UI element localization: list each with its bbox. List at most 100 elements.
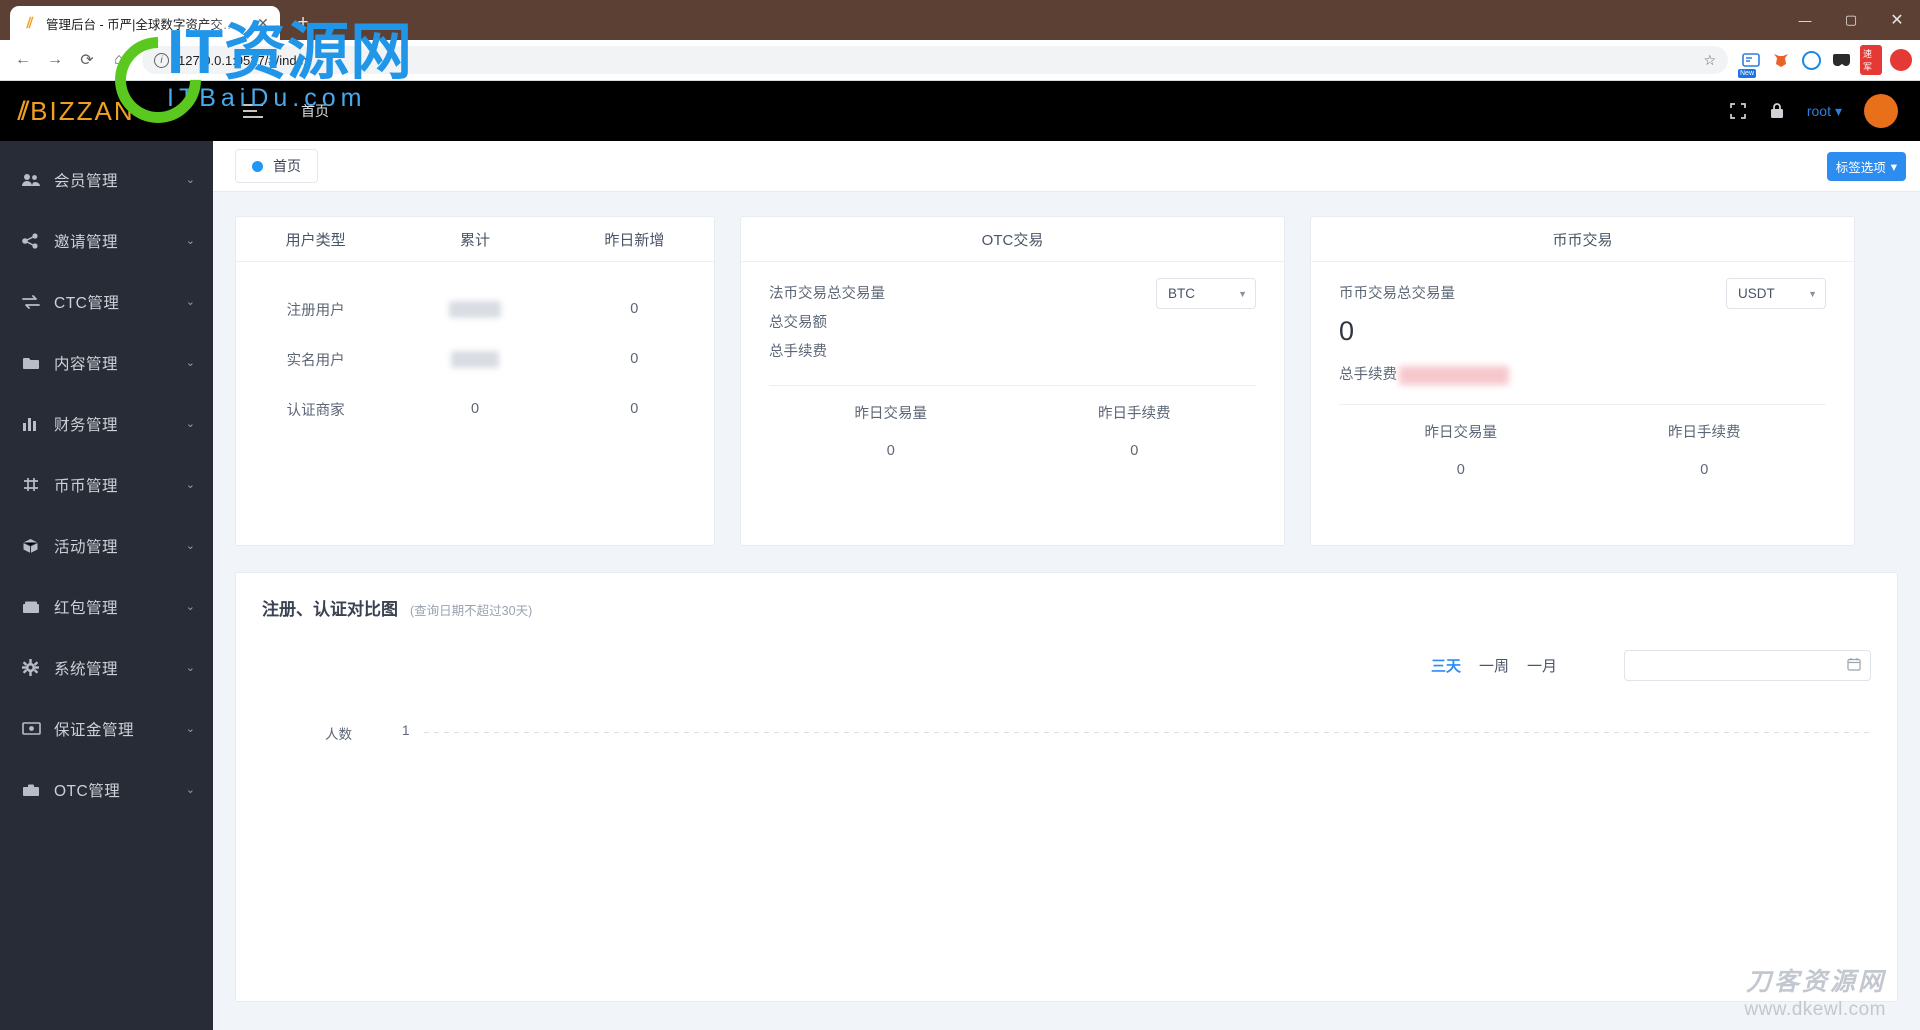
table-row: 实名用户 0 [236,334,714,384]
chevron-down-icon: ⌄ [185,235,195,247]
metric-label: 昨日交易量 [1424,425,1498,441]
chart-y-tick: 1 [402,723,410,738]
tab-home[interactable]: 首页 [235,149,318,183]
tag-options-button[interactable]: 标签选项 ▾ [1826,151,1906,181]
chevron-down-icon: ⌄ [185,662,195,674]
sidebar-item-system[interactable]: 系统管理 ⌄ [0,637,213,698]
range-1month[interactable]: 一月 [1518,655,1566,676]
coin-card-body: USDT ▼ 币币交易总交易量 0 总手续费 昨日交易量 0 昨日手续费 0 [1311,262,1854,478]
exchange-icon [22,294,41,309]
breadcrumb: 首页 [301,103,329,119]
column-header: 昨日新增 [604,231,665,249]
chevron-down-icon: ⌄ [185,601,195,613]
active-dot-icon [252,160,263,172]
admin-app: ⫽ BIZZAN 首页 root ▾ 会员管理 ⌄ 邀请管理 ⌄ CTC管理 ⌄… [0,81,1920,1030]
user-stats-card: 用户类型 累计 昨日新增 注册用户 0 实名用户 0 认证商家 0 0 [235,216,715,546]
coin-card-title: 币币交易 [1311,217,1854,262]
back-icon[interactable]: ← [8,45,38,75]
column-header: 累计 [459,231,490,249]
table-row: 注册用户 0 [236,284,714,334]
range-1week[interactable]: 一周 [1470,655,1518,676]
sidebar-item-coin[interactable]: 币币管理 ⌄ [0,454,213,515]
yesterday-cell: 0 [630,401,639,417]
mask-icon[interactable] [1830,49,1852,71]
chart-title-row: 注册、认证对比图 (查询日期不超过30天) [262,595,1871,620]
chevron-down-icon: ⌄ [185,479,195,491]
chevron-down-icon: ▼ [1238,288,1247,299]
coin-footer: 昨日交易量 0 昨日手续费 0 [1339,405,1826,478]
chevron-down-icon: ⌄ [185,723,195,735]
sidebar-item-redpacket[interactable]: 红包管理 ⌄ [0,576,213,637]
chevron-down-icon: ⌄ [185,357,195,369]
site-info-icon[interactable]: i [154,52,169,68]
coin-currency-value: USDT [1738,286,1775,301]
otc-footer: 昨日交易量 0 昨日手续费 0 [769,386,1256,459]
chart-plot-area: 人数 1 [262,723,1871,963]
user-stats-header: 用户类型 累计 昨日新增 [236,217,714,262]
dashboard-scroll: 用户类型 累计 昨日新增 注册用户 0 实名用户 0 认证商家 0 0 OTC交… [213,192,1920,1030]
circle-icon[interactable] [1800,49,1822,71]
coin-currency-select[interactable]: USDT ▼ [1726,278,1826,309]
registration-chart-panel: 注册、认证对比图 (查询日期不超过30天) 三天 一周 一月 人数 1 [235,572,1898,1002]
lock-icon[interactable] [1769,102,1785,120]
app-logo-text: BIZZAN [30,95,135,126]
chevron-down-icon: ▾ [1890,159,1897,174]
address-bar[interactable]: i 127.0.0.1:9527/#/index ☆ [142,46,1728,74]
share-icon [22,232,41,249]
reload-icon[interactable]: ⟳ [72,45,102,75]
sidebar-item-invite[interactable]: 邀请管理 ⌄ [0,210,213,271]
bar-chart-icon [22,417,41,431]
chevron-down-icon: ▾ [1834,102,1842,119]
otc-footer-item: 昨日手续费 0 [1013,402,1257,459]
sidebar-item-ctc[interactable]: CTC管理 ⌄ [0,271,213,332]
bizzan-logo-icon: ⫽ [18,96,29,125]
sidebar-item-label: OTC管理 [54,782,121,800]
app-logo[interactable]: ⫽ BIZZAN [0,81,213,141]
fullscreen-icon[interactable] [1729,102,1747,120]
address-bar-value: 127.0.0.1:9527/#/index [178,52,311,68]
sidebar-item-content[interactable]: 内容管理 ⌄ [0,332,213,393]
sidebar-item-finance[interactable]: 财务管理 ⌄ [0,393,213,454]
coin-footer-item: 昨日交易量 0 [1339,421,1583,478]
column-header: 用户类型 [285,231,346,249]
red-badge-icon[interactable]: 速军 [1860,45,1882,75]
metric-value: 0 [886,443,895,459]
redacted-value [1399,366,1509,385]
chart-title: 注册、认证对比图 [262,600,398,619]
browser-tab[interactable]: ⫽ 管理后台 - 币严|全球数字资产交… ✕ [10,6,280,40]
otc-card-body: BTC ▼ 法币交易总交易量 总交易额 总手续费 昨日交易量 0 昨日手续费 0 [741,262,1284,459]
minimize-icon[interactable]: — [1782,0,1828,40]
profile-icon[interactable] [1890,49,1912,71]
range-3days[interactable]: 三天 [1422,655,1470,676]
maximize-icon[interactable]: ▢ [1828,0,1874,40]
date-range-input[interactable] [1624,650,1871,681]
user-menu[interactable]: root ▾ [1807,103,1842,120]
coin-trade-card: 币币交易 USDT ▼ 币币交易总交易量 0 总手续费 昨日交易量 0 昨日手续… [1310,216,1855,546]
menu-toggle-icon[interactable] [243,104,263,118]
browser-toolbar: ← → ⟳ ⌂ i 127.0.0.1:9527/#/index ☆ New 速 [0,40,1920,81]
coin-footer-item: 昨日手续费 0 [1583,421,1827,478]
sidebar-item-activity[interactable]: 活动管理 ⌄ [0,515,213,576]
chevron-down-icon: ⌄ [185,418,195,430]
sidebar: 会员管理 ⌄ 邀请管理 ⌄ CTC管理 ⌄ 内容管理 ⌄ 财务管理 ⌄ 币币管理… [0,141,213,1030]
new-tab-button[interactable]: + [288,8,318,38]
otc-currency-select[interactable]: BTC ▼ [1156,278,1256,309]
main-content: 首页 标签选项 ▾ 用户类型 累计 昨日新增 注册用户 0 实名用户 0 认证商… [213,141,1920,1030]
avatar[interactable] [1864,94,1898,128]
coin-exchange-icon [22,477,41,492]
sidebar-item-otc[interactable]: OTC管理 ⌄ [0,759,213,820]
home-icon[interactable]: ⌂ [104,45,134,75]
chart-controls: 三天 一周 一月 [1422,650,1871,681]
forward-icon[interactable]: → [40,45,70,75]
sidebar-item-deposit[interactable]: 保证金管理 ⌄ [0,698,213,759]
fox-icon[interactable] [1770,49,1792,71]
sidebar-item-label: 邀请管理 [54,233,119,251]
chevron-down-icon: ▼ [1808,288,1817,299]
bookmark-star-icon[interactable]: ☆ [1703,52,1716,69]
close-icon[interactable]: ✕ [254,14,272,32]
reading-list-icon[interactable]: New [1738,49,1762,78]
sidebar-item-members[interactable]: 会员管理 ⌄ [0,149,213,210]
sidebar-item-label: 财务管理 [54,416,119,434]
calendar-icon[interactable] [1847,657,1861,674]
window-close-icon[interactable]: ✕ [1874,0,1920,40]
